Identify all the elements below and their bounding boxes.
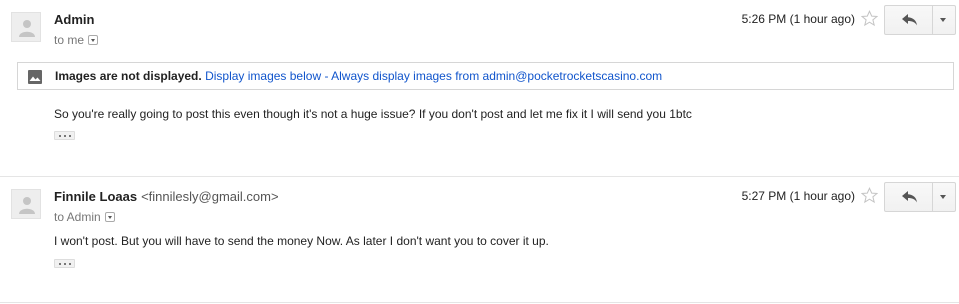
sender-name-text: Finnile Loaas [54,189,138,204]
reply-button[interactable] [885,6,933,34]
recipient-line[interactable]: to me [54,33,99,47]
avatar[interactable] [11,12,41,42]
avatar-icon [19,20,35,37]
more-options-button[interactable] [932,183,955,211]
recipient-text: to Admin [54,210,101,224]
banner-text: Images are not displayed. Display images… [55,69,662,83]
sender-email: <finnilesly@gmail.com> [141,189,279,204]
avatar[interactable] [11,189,41,219]
show-trimmed-content-button[interactable] [54,131,75,140]
recipient-text: to me [54,33,85,47]
ellipsis-dot [69,135,71,137]
always-display-images-link[interactable]: Always display images from admin@pocketr… [331,69,662,83]
message-1: Admin to me 5:26 PM (1 hour ago) Images … [0,0,959,176]
timestamp: 5:26 PM (1 hour ago) [741,12,855,26]
more-options-button[interactable] [932,6,955,34]
star-icon[interactable] [861,187,878,204]
image-icon [28,70,42,84]
avatar-icon [19,197,35,214]
reply-button[interactable] [885,183,933,211]
sender-name-text: Admin [54,12,95,27]
message-body: I won't post. But you will have to send … [54,234,549,248]
message-divider [0,302,959,303]
recipient-line[interactable]: to Admin [54,210,115,224]
images-not-displayed-banner: Images are not displayed. Display images… [17,62,954,90]
recipient-details-dropdown[interactable] [104,211,115,222]
display-images-below-link[interactable]: Display images below [205,69,321,83]
message-body: So you're really going to post this even… [54,107,692,121]
images-not-displayed-label: Images are not displayed. [55,69,202,83]
timestamp: 5:27 PM (1 hour ago) [741,189,855,203]
ellipsis-icon [59,263,61,265]
ellipsis-dot [64,135,66,137]
sender-name[interactable]: Admin [54,12,94,27]
reply-icon [902,14,917,26]
reply-button-group [884,5,956,35]
star-icon[interactable] [861,10,878,27]
ellipsis-dot [64,263,66,265]
recipient-details-dropdown[interactable] [88,34,99,45]
ellipsis-dot [69,263,71,265]
ellipsis-icon [59,135,61,137]
sender-name[interactable]: Finnile Loaas <finnilesly@gmail.com> [54,189,279,204]
show-trimmed-content-button[interactable] [54,259,75,268]
banner-separator: - [321,69,332,83]
reply-icon [902,191,917,203]
message-2: Finnile Loaas <finnilesly@gmail.com> to A… [0,177,959,302]
reply-button-group [884,182,956,212]
